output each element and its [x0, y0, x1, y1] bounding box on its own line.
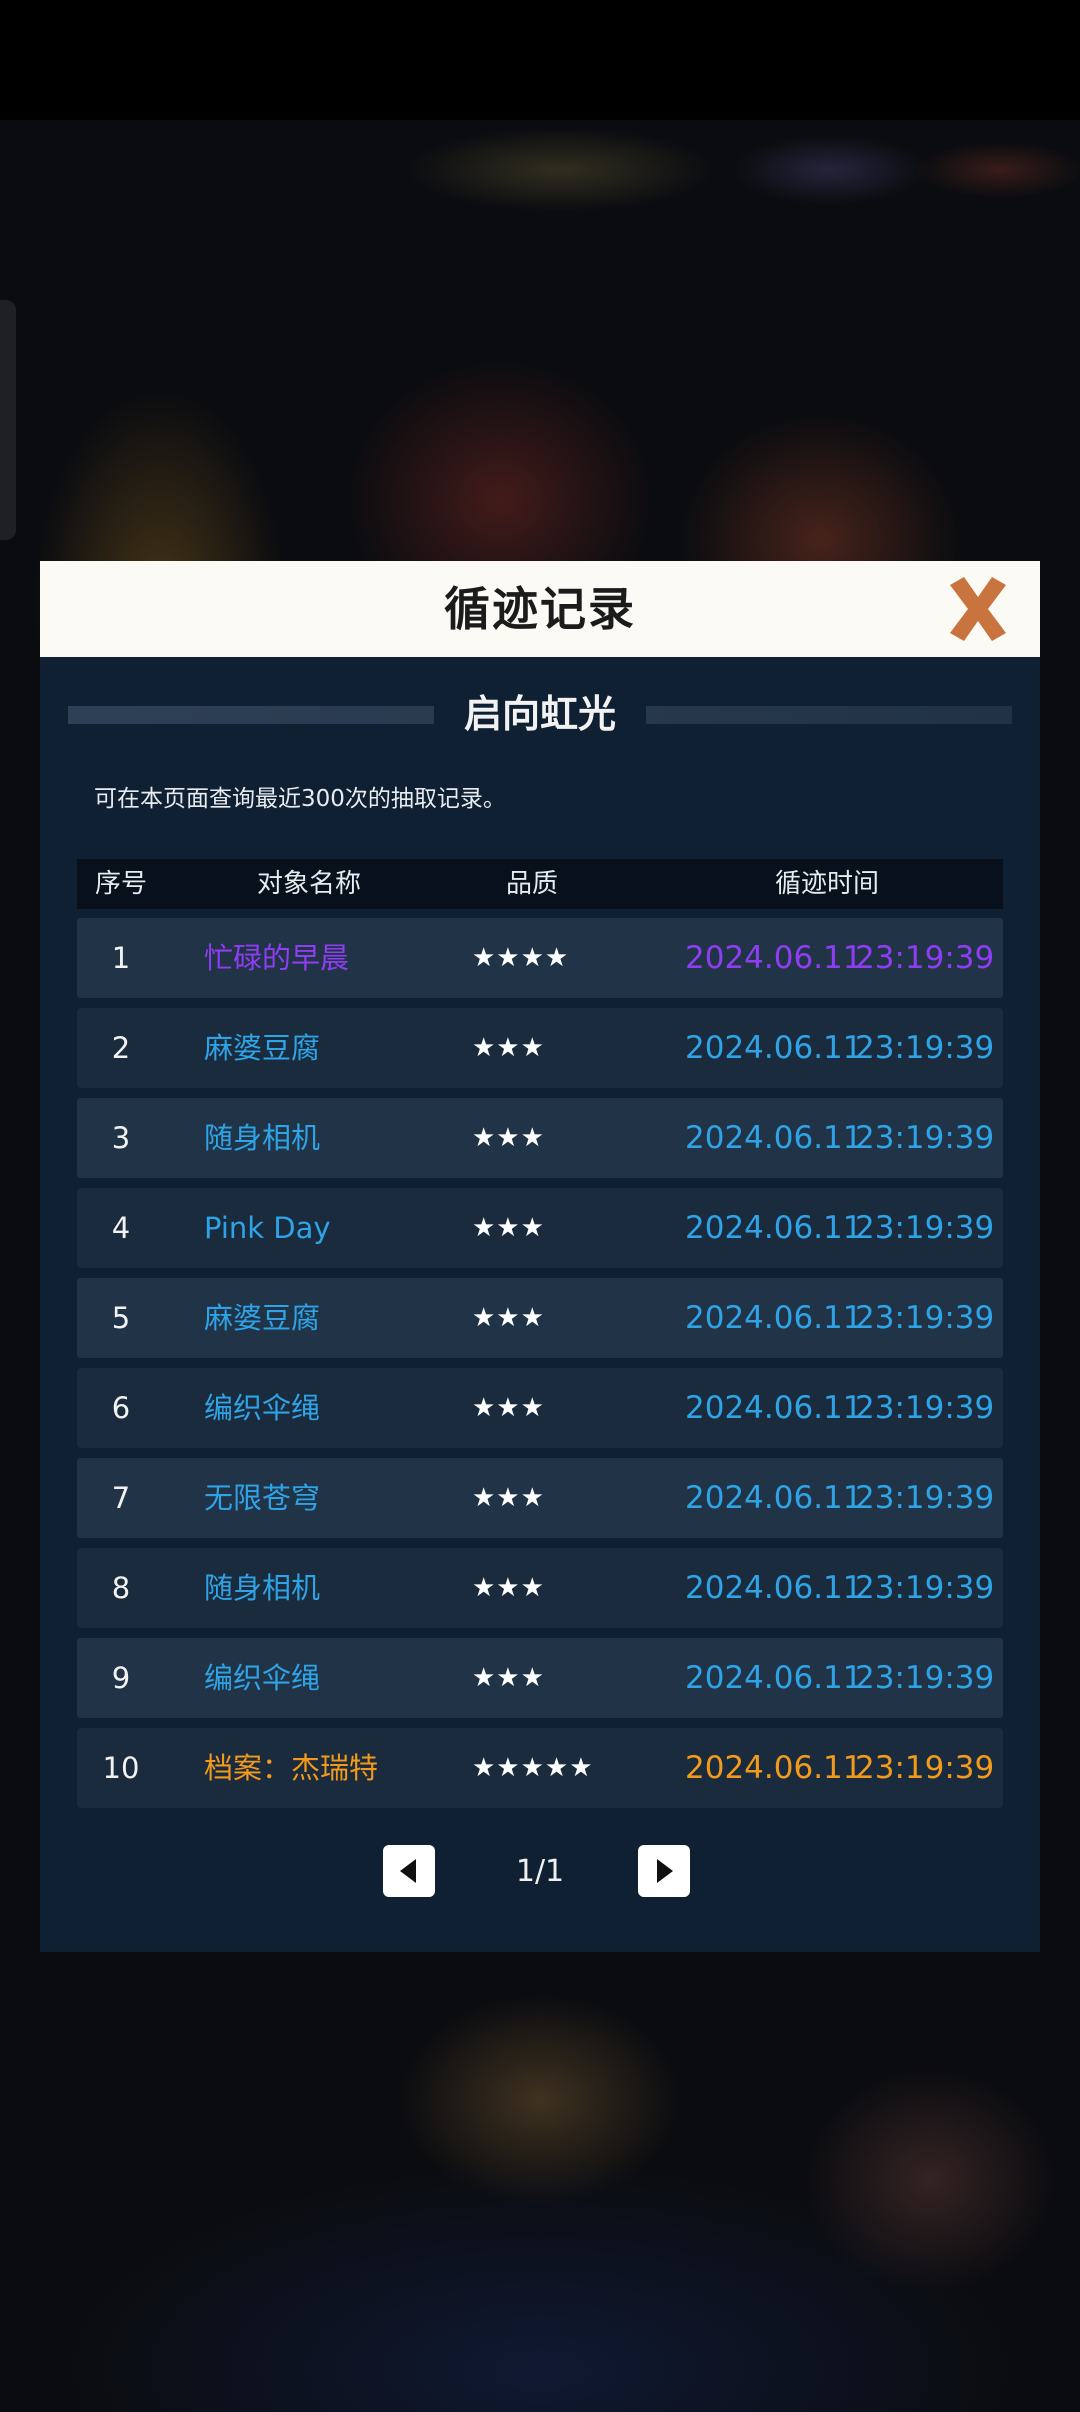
row-index: 10: [102, 1751, 140, 1785]
quality-stars: ★★★: [472, 1663, 545, 1693]
row-index: 5: [111, 1301, 131, 1335]
pull-date: 2024.06.11: [685, 1390, 863, 1426]
item-name: 编织伞绳: [204, 1391, 321, 1425]
history-row: 9 编织伞绳 ★★★ 2024.06.11 23:19:39: [77, 1638, 1003, 1718]
quality-stars: ★★★: [472, 1213, 545, 1243]
pull-date: 2024.06.11: [685, 1300, 863, 1336]
pull-date: 2024.06.11: [685, 1570, 863, 1606]
pull-time: 23:19:39: [855, 1660, 995, 1696]
pull-time: 23:19:39: [855, 1480, 995, 1516]
close-button[interactable]: [940, 571, 1016, 647]
history-row: 10 档案：杰瑞特 ★★★★★ 2024.06.11 23:19:39: [77, 1728, 1003, 1808]
quality-stars: ★★★: [472, 1303, 545, 1333]
row-index: 2: [111, 1031, 131, 1065]
pull-date: 2024.06.11: [685, 1030, 863, 1066]
table-header: 序号 对象名称 品质 循迹时间: [77, 859, 1003, 909]
history-row: 2 麻婆豆腐 ★★★ 2024.06.11 23:19:39: [77, 1008, 1003, 1088]
triangle-left-icon: [400, 1859, 416, 1883]
pull-time: 23:19:39: [855, 1750, 995, 1786]
pull-date: 2024.06.11: [685, 1210, 863, 1246]
pull-date: 2024.06.11: [685, 940, 863, 976]
quality-stars: ★★★: [472, 1123, 545, 1153]
history-row: 4 Pink Day ★★★ 2024.06.11 23:19:39: [77, 1188, 1003, 1268]
history-row: 6 编织伞绳 ★★★ 2024.06.11 23:19:39: [77, 1368, 1003, 1448]
pull-time: 23:19:39: [855, 1030, 995, 1066]
dialog-header: 循迹记录: [40, 561, 1040, 657]
pull-time: 23:19:39: [855, 1570, 995, 1606]
quality-stars: ★★★★: [472, 943, 570, 973]
item-name: 档案：杰瑞特: [204, 1751, 379, 1785]
triangle-right-icon: [657, 1859, 673, 1883]
row-index: 6: [111, 1391, 131, 1425]
status-bar: [0, 0, 1080, 120]
row-index: 8: [111, 1571, 131, 1605]
pull-date: 2024.06.11: [685, 1660, 863, 1696]
next-page-button[interactable]: [638, 1845, 690, 1897]
header-time: 循迹时间: [774, 869, 879, 899]
gacha-history-dialog: 循迹记录 启向虹光 可在本页面查询最近300次的抽取记录。 序号 对象名称 品质…: [40, 561, 1040, 1952]
header-index: 序号: [94, 869, 147, 899]
history-row: 3 随身相机 ★★★ 2024.06.11 23:19:39: [77, 1098, 1003, 1178]
page-indicator: 1/1: [515, 1854, 565, 1889]
pull-date: 2024.06.11: [685, 1750, 863, 1786]
pull-time: 23:19:39: [855, 940, 995, 976]
item-name: 随身相机: [204, 1571, 321, 1605]
history-note: 可在本页面查询最近300次的抽取记录。: [94, 786, 506, 812]
pull-time: 23:19:39: [855, 1210, 995, 1246]
item-name: Pink Day: [204, 1211, 331, 1245]
item-name: 编织伞绳: [204, 1661, 321, 1695]
pull-time: 23:19:39: [855, 1300, 995, 1336]
row-index: 7: [111, 1481, 131, 1515]
quality-stars: ★★★: [472, 1573, 545, 1603]
item-name: 无限苍穹: [204, 1481, 321, 1515]
row-index: 4: [111, 1211, 131, 1245]
item-name: 忙碌的早晨: [204, 941, 350, 975]
prev-page-button[interactable]: [383, 1845, 435, 1897]
item-name: 麻婆豆腐: [204, 1031, 321, 1065]
pagination: 1/1: [40, 1845, 1040, 1899]
pull-date: 2024.06.11: [685, 1480, 863, 1516]
header-quality: 品质: [505, 869, 558, 899]
screen: 循迹记录 启向虹光 可在本页面查询最近300次的抽取记录。 序号 对象名称 品质…: [0, 0, 1080, 2412]
item-name: 随身相机: [204, 1121, 321, 1155]
header-name: 对象名称: [256, 869, 361, 899]
history-row: 7 无限苍穹 ★★★ 2024.06.11 23:19:39: [77, 1458, 1003, 1538]
banner-title: 启向虹光: [40, 679, 1040, 749]
history-row: 5 麻婆豆腐 ★★★ 2024.06.11 23:19:39: [77, 1278, 1003, 1358]
close-x-icon: [950, 577, 1006, 641]
pull-time: 23:19:39: [855, 1120, 995, 1156]
row-index: 3: [111, 1121, 131, 1155]
row-index: 9: [111, 1661, 131, 1695]
quality-stars: ★★★: [472, 1483, 545, 1513]
quality-stars: ★★★: [472, 1393, 545, 1423]
quality-stars: ★★★★★: [472, 1753, 594, 1783]
item-name: 麻婆豆腐: [204, 1301, 321, 1335]
pull-date: 2024.06.11: [685, 1120, 863, 1156]
dialog-title: 循迹记录: [444, 582, 636, 636]
pull-time: 23:19:39: [855, 1390, 995, 1426]
history-row: 8 随身相机 ★★★ 2024.06.11 23:19:39: [77, 1548, 1003, 1628]
history-row: 1 忙碌的早晨 ★★★★ 2024.06.11 23:19:39: [77, 918, 1003, 998]
quality-stars: ★★★: [472, 1033, 545, 1063]
row-index: 1: [111, 941, 131, 975]
side-handle[interactable]: [0, 300, 16, 540]
banner-title-text: 启向虹光: [433, 692, 646, 736]
